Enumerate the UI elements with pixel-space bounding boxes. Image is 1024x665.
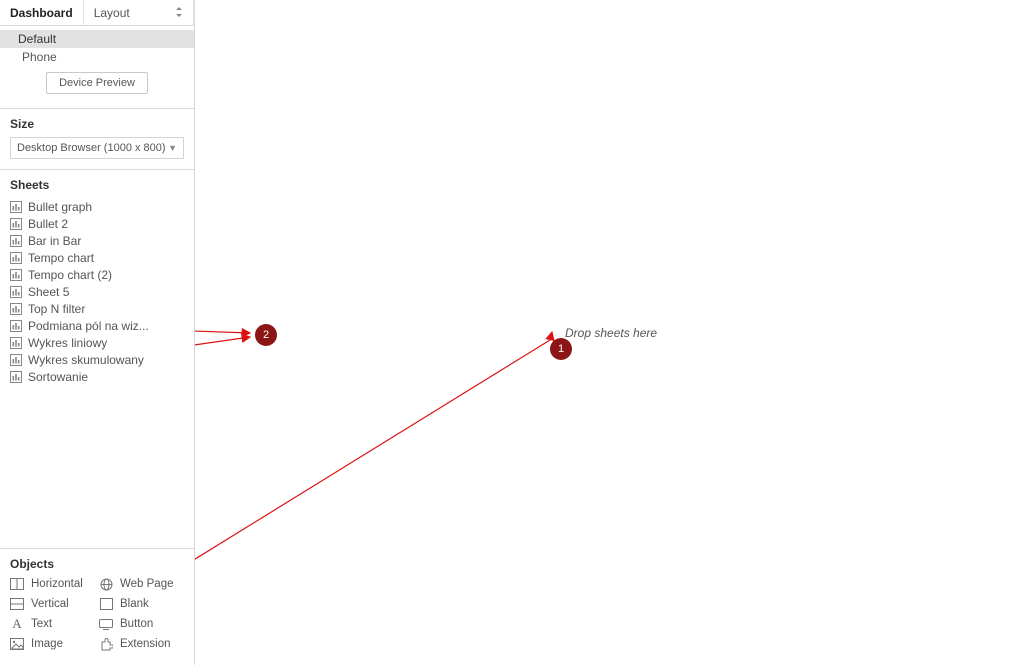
- object-extension-label: Extension: [120, 638, 171, 650]
- sheets-section: Sheets Bullet graph Bullet 2 Bar in Bar Tem…: [0, 170, 194, 389]
- object-text-label: Text: [31, 618, 52, 630]
- sheets-list: Bullet graph Bullet 2 Bar in Bar Tempo char…: [10, 198, 184, 385]
- object-text[interactable]: A Text: [10, 617, 95, 631]
- object-vertical[interactable]: Vertical: [10, 597, 95, 611]
- sheet-item-label: Sortowanie: [28, 370, 88, 384]
- size-value: Desktop Browser (1000 x 800): [17, 142, 166, 154]
- worksheet-icon: [10, 354, 22, 366]
- sheet-item[interactable]: Wykres skumulowany: [10, 351, 184, 368]
- objects-title: Objects: [10, 557, 184, 571]
- object-webpage-label: Web Page: [120, 578, 174, 590]
- worksheet-icon: [10, 320, 22, 332]
- dashboard-canvas[interactable]: Drop sheets here 1 2: [195, 0, 1024, 665]
- tab-layout[interactable]: Layout: [84, 0, 194, 25]
- sheet-item[interactable]: Bar in Bar: [10, 232, 184, 249]
- object-blank-label: Blank: [120, 598, 149, 610]
- worksheet-icon: [10, 235, 22, 247]
- annotation-badge-1-label: 1: [558, 343, 564, 355]
- object-button-label: Button: [120, 618, 153, 630]
- sheet-item-label: Wykres liniowy: [28, 336, 107, 350]
- sheet-item-label: Tempo chart (2): [28, 268, 112, 282]
- sheet-item-label: Bullet graph: [28, 200, 92, 214]
- button-icon: [99, 617, 113, 631]
- object-webpage[interactable]: Web Page: [99, 577, 184, 591]
- drop-hint: Drop sheets here: [565, 326, 657, 340]
- vertical-icon: [10, 597, 24, 611]
- object-blank[interactable]: Blank: [99, 597, 184, 611]
- tab-dashboard[interactable]: Dashboard: [0, 0, 84, 25]
- text-icon: A: [10, 617, 24, 631]
- sheet-item[interactable]: Bullet 2: [10, 215, 184, 232]
- device-preview-label: Device Preview: [59, 77, 135, 89]
- object-horizontal-label: Horizontal: [31, 578, 83, 590]
- size-section: Size Desktop Browser (1000 x 800) ▼: [0, 109, 194, 170]
- object-image-label: Image: [31, 638, 63, 650]
- sheet-item[interactable]: Sheet 5: [10, 283, 184, 300]
- device-list: Default Phone Device Preview: [0, 26, 194, 109]
- objects-section: Objects Horizontal Web Page Vertical: [0, 548, 194, 665]
- annotation-badge-2-label: 2: [263, 329, 269, 341]
- horizontal-icon: [10, 577, 24, 591]
- globe-icon: [99, 577, 113, 591]
- worksheet-icon: [10, 218, 22, 230]
- panel-tabs: Dashboard Layout: [0, 0, 194, 26]
- worksheet-icon: [10, 371, 22, 383]
- device-phone-label: Phone: [22, 50, 57, 64]
- tab-dashboard-label: Dashboard: [10, 6, 73, 20]
- device-preview-button[interactable]: Device Preview: [46, 72, 148, 94]
- device-default[interactable]: Default: [0, 30, 194, 48]
- sheet-item-label: Wykres skumulowany: [28, 353, 144, 367]
- blank-icon: [99, 597, 113, 611]
- extension-icon: [99, 637, 113, 651]
- sheet-item[interactable]: Bullet graph: [10, 198, 184, 215]
- worksheet-icon: [10, 252, 22, 264]
- size-dropdown[interactable]: Desktop Browser (1000 x 800) ▼: [10, 137, 184, 159]
- worksheet-icon: [10, 303, 22, 315]
- object-button[interactable]: Button: [99, 617, 184, 631]
- sheet-item-label: Tempo chart: [28, 251, 94, 265]
- caret-down-icon: ▼: [168, 143, 177, 153]
- object-image[interactable]: Image: [10, 637, 95, 651]
- worksheet-icon: [10, 337, 22, 349]
- object-extension[interactable]: Extension: [99, 637, 184, 651]
- worksheet-icon: [10, 286, 22, 298]
- sheet-item[interactable]: Podmiana pól na wiz...: [10, 317, 184, 334]
- annotation-badge-1: 1: [550, 338, 572, 360]
- worksheet-icon: [10, 201, 22, 213]
- worksheet-icon: [10, 269, 22, 281]
- sort-icon: [175, 7, 183, 20]
- device-default-label: Default: [18, 32, 56, 46]
- device-phone[interactable]: Phone: [0, 48, 194, 66]
- tab-layout-label: Layout: [94, 6, 130, 20]
- sheet-item[interactable]: Tempo chart: [10, 249, 184, 266]
- object-vertical-label: Vertical: [31, 598, 69, 610]
- object-horizontal[interactable]: Horizontal: [10, 577, 95, 591]
- objects-grid: Horizontal Web Page Vertical Blank: [10, 577, 184, 651]
- sheet-item[interactable]: Wykres liniowy: [10, 334, 184, 351]
- annotation-badge-2: 2: [255, 324, 277, 346]
- dashboard-sidebar: Dashboard Layout Default Phone Device Pr…: [0, 0, 195, 665]
- sheet-item-label: Bar in Bar: [28, 234, 81, 248]
- sheet-item[interactable]: Top N filter: [10, 300, 184, 317]
- sheet-item-label: Top N filter: [28, 302, 85, 316]
- sheets-title: Sheets: [10, 178, 184, 192]
- sheet-item-label: Bullet 2: [28, 217, 68, 231]
- sheet-item[interactable]: Sortowanie: [10, 368, 184, 385]
- sheet-item[interactable]: Tempo chart (2): [10, 266, 184, 283]
- size-title: Size: [10, 117, 184, 131]
- sheet-item-label: Podmiana pól na wiz...: [28, 319, 149, 333]
- image-icon: [10, 637, 24, 651]
- sheet-item-label: Sheet 5: [28, 285, 69, 299]
